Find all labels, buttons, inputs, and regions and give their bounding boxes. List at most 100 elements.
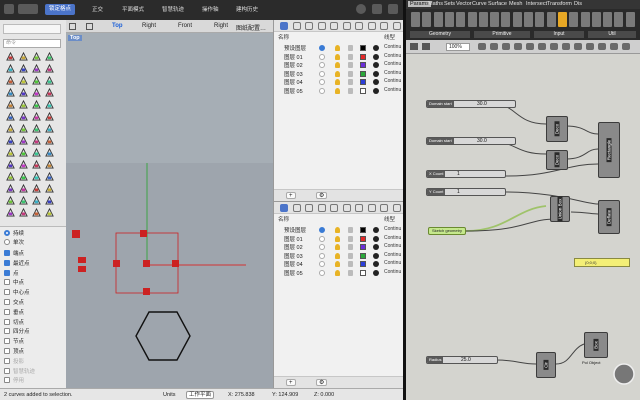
- trim-tool-icon[interactable]: [45, 88, 54, 97]
- viewport-canvas[interactable]: [66, 33, 273, 388]
- selected-icon[interactable]: [514, 43, 522, 50]
- gh-component-rectangle[interactable]: Rectangle: [598, 122, 620, 178]
- gh-group-input[interactable]: Input: [534, 31, 584, 38]
- gh-component-box[interactable]: Box: [584, 332, 608, 358]
- settings-icon[interactable]: [622, 43, 630, 50]
- gumball-toggle[interactable]: 操作轴: [202, 5, 219, 13]
- gh-component-icon[interactable]: [433, 12, 443, 27]
- current-layer-radio[interactable]: [319, 244, 325, 250]
- osnap-checkbox[interactable]: [4, 348, 10, 354]
- material-icon[interactable]: [373, 62, 379, 68]
- viewport-top[interactable]: Top: [66, 33, 273, 388]
- grid-snap-button[interactable]: 锁定格点: [45, 4, 76, 15]
- layer-row[interactable]: 图层 02 Continu: [274, 61, 404, 69]
- help-icon[interactable]: [380, 204, 388, 212]
- current-layer-radio[interactable]: [319, 45, 325, 51]
- gh-component-icon[interactable]: [591, 12, 601, 27]
- eye-icon[interactable]: [526, 43, 534, 50]
- material-icon[interactable]: [373, 261, 379, 267]
- lock-icon[interactable]: [348, 269, 353, 276]
- group-icon[interactable]: [550, 43, 558, 50]
- gh-component-union-box[interactable]: Union Box: [550, 196, 570, 222]
- line-tool-icon[interactable]: [32, 52, 41, 61]
- split-tool-icon[interactable]: [6, 100, 15, 109]
- osnap-item[interactable]: 四分点: [4, 327, 30, 335]
- circle-tool-icon[interactable]: [6, 64, 15, 73]
- grip-point[interactable]: [113, 260, 120, 267]
- snap-icon[interactable]: [586, 43, 594, 50]
- lock-icon[interactable]: [348, 261, 353, 267]
- pen-tool-icon[interactable]: [19, 52, 28, 61]
- osnap-item[interactable]: 最近点: [4, 259, 30, 267]
- current-layer-radio[interactable]: [319, 70, 325, 77]
- zoom-dropdown[interactable]: 100%: [446, 43, 470, 51]
- join-tool-icon[interactable]: [19, 100, 28, 109]
- osnap-checkbox[interactable]: [4, 289, 10, 296]
- gh-component-icon[interactable]: [569, 12, 579, 27]
- mesh-tool-icon[interactable]: [19, 196, 28, 205]
- gh-component-icon[interactable]: [411, 12, 420, 27]
- render-icon[interactable]: [355, 22, 363, 30]
- notes-icon[interactable]: [367, 22, 376, 30]
- osnap-item[interactable]: 端点: [4, 249, 24, 257]
- material-icon[interactable]: [373, 269, 379, 276]
- gh-canvas[interactable]: Domain start 30.0 Domain start 30.0 X Co…: [406, 54, 640, 400]
- find-icon[interactable]: [598, 43, 606, 50]
- pen-tool-icon[interactable]: [19, 112, 28, 121]
- visibility-bulb-icon[interactable]: [335, 261, 340, 267]
- explode-tool-icon[interactable]: [32, 100, 41, 109]
- rect-tool-icon[interactable]: [19, 124, 28, 133]
- mesh-tool-icon[interactable]: [19, 136, 28, 145]
- gh-component-icon[interactable]: [535, 12, 545, 27]
- slider-y-count[interactable]: Y Count 1: [426, 188, 506, 196]
- gh-group-util[interactable]: Util: [588, 31, 636, 38]
- layer-row[interactable]: 预设图层 Continu: [274, 44, 404, 52]
- grip-point[interactable]: [140, 230, 147, 237]
- osnap-item[interactable]: 节点: [4, 337, 24, 345]
- box-tool-icon[interactable]: [32, 124, 41, 133]
- grip-point[interactable]: [78, 257, 86, 263]
- visibility-bulb-icon[interactable]: [335, 62, 340, 68]
- osnap-checkbox[interactable]: [4, 357, 10, 364]
- layer-color-swatch[interactable]: [360, 252, 366, 259]
- layers-icon[interactable]: [280, 22, 288, 30]
- grid-toggle-icon[interactable]: [18, 4, 38, 14]
- app-icon[interactable]: [4, 4, 14, 14]
- gh-component-icon[interactable]: [467, 12, 477, 27]
- lock-icon[interactable]: [348, 62, 353, 68]
- osnap-checkbox[interactable]: [4, 318, 10, 325]
- gh-component-icon[interactable]: [490, 12, 500, 27]
- layer-color-swatch[interactable]: [360, 70, 366, 77]
- explode-tool-icon[interactable]: [32, 160, 41, 169]
- grip-point[interactable]: [78, 266, 86, 272]
- osnap-once-radio[interactable]: [4, 239, 10, 245]
- osnap-permanent[interactable]: 持续: [4, 229, 24, 237]
- visibility-bulb-icon[interactable]: [335, 70, 340, 77]
- tab-right[interactable]: Right: [142, 23, 156, 29]
- render-icon[interactable]: [355, 204, 363, 212]
- slider-domain-start[interactable]: Domain start 30.0: [426, 100, 516, 108]
- tab-right-2[interactable]: Right: [214, 23, 228, 29]
- cursor-tool-icon[interactable]: [6, 112, 15, 121]
- tab-layout[interactable]: 图纸配置…: [236, 23, 266, 32]
- cursor-tool-icon[interactable]: [6, 52, 15, 61]
- lock-icon[interactable]: [348, 235, 353, 242]
- gh-component-icon[interactable]: [456, 12, 466, 27]
- layer-row[interactable]: 图层 03 Continu: [274, 252, 404, 260]
- command-input[interactable]: 命令: [3, 39, 61, 48]
- gh-tab-transform[interactable]: Transform: [547, 1, 572, 7]
- gh-tab-curve[interactable]: Curve: [472, 1, 487, 7]
- copy-tool-icon[interactable]: [45, 136, 54, 145]
- osnap-once[interactable]: 单次: [4, 238, 24, 246]
- move-tool-icon[interactable]: [32, 196, 41, 205]
- osnap-checkbox[interactable]: [4, 377, 10, 384]
- bake-icon[interactable]: [538, 43, 546, 50]
- clock-icon[interactable]: [610, 43, 618, 50]
- osnap-item[interactable]: 垂点: [4, 308, 24, 316]
- visibility-bulb-icon[interactable]: [335, 45, 340, 51]
- box-tool-icon[interactable]: [32, 184, 41, 193]
- rect-tool-icon[interactable]: [19, 64, 28, 73]
- gh-component-icon[interactable]: [625, 12, 635, 27]
- mirror-tool-icon[interactable]: [32, 148, 41, 157]
- lock-icon[interactable]: [348, 244, 353, 250]
